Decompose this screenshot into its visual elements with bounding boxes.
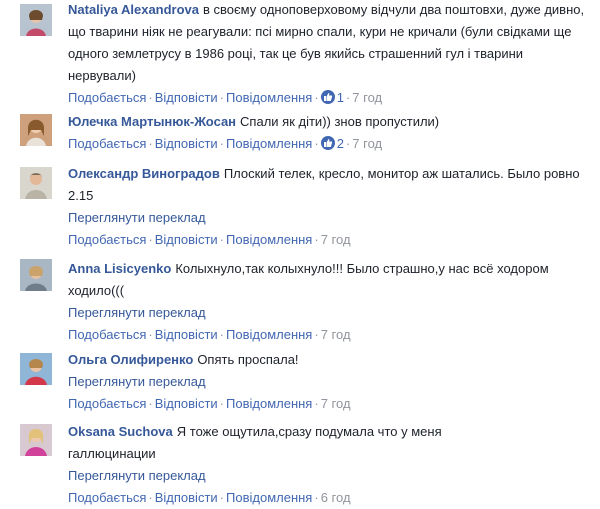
comment-actions: Подобається · Відповісти · Повідомлення · 7 го… — [68, 396, 351, 411]
like-button[interactable]: Подобається — [68, 232, 146, 247]
avatar[interactable] — [20, 114, 52, 146]
message-button[interactable]: Повідомлення — [226, 327, 312, 342]
message-button[interactable]: Повідомлення — [226, 396, 312, 411]
see-translation-link[interactable]: Переглянути переклад — [68, 371, 592, 393]
avatar[interactable] — [20, 167, 52, 199]
like-count[interactable]: 1 — [337, 90, 344, 105]
thumbs-up-icon[interactable] — [320, 90, 335, 104]
like-button[interactable]: Подобається — [68, 490, 146, 505]
reply-button[interactable]: Відповісти — [155, 232, 218, 247]
reply-button[interactable]: Відповісти — [155, 396, 218, 411]
timestamp[interactable]: 7 год — [352, 136, 382, 151]
comment-author[interactable]: Oksana Suchova — [68, 424, 173, 439]
avatar[interactable] — [20, 353, 52, 385]
message-button[interactable]: Повідомлення — [226, 232, 312, 247]
message-button[interactable]: Повідомлення — [226, 90, 312, 105]
see-translation-link[interactable]: Переглянути переклад — [68, 302, 592, 324]
see-translation-link[interactable]: Переглянути переклад — [68, 207, 592, 229]
message-button[interactable]: Повідомлення — [226, 490, 312, 505]
comment-actions: Подобається · Відповісти · Повідомлення · 7 го… — [68, 232, 351, 247]
reply-button[interactable]: Відповісти — [155, 490, 218, 505]
comment-author[interactable]: Anna Lisicyenko — [68, 261, 171, 276]
comment-actions: Подобається · Відповісти · Повідомлення · 6 го… — [68, 490, 351, 505]
see-translation-link[interactable]: Переглянути переклад — [68, 465, 592, 487]
timestamp[interactable]: 6 год — [321, 490, 351, 505]
reply-button[interactable]: Відповісти — [155, 136, 218, 151]
like-button[interactable]: Подобається — [68, 327, 146, 342]
message-button[interactable]: Повідомлення — [226, 136, 312, 151]
timestamp[interactable]: 7 год — [352, 90, 382, 105]
like-button[interactable]: Подобається — [68, 90, 146, 105]
comment-actions: Подобається · Відповісти · Повідомлення · 2 · 7 … — [68, 136, 383, 151]
comment-author[interactable]: Олександр Виноградов — [68, 166, 220, 181]
comment-actions: Подобається · Відповісти · Повідомлення · 1 · 7 … — [68, 90, 383, 105]
timestamp[interactable]: 7 год — [321, 327, 351, 342]
reply-button[interactable]: Відповісти — [155, 327, 218, 342]
avatar[interactable] — [20, 4, 52, 36]
comment-text: Опять проспала! — [197, 352, 299, 367]
thumbs-up-icon[interactable] — [320, 136, 335, 150]
like-button[interactable]: Подобається — [68, 396, 146, 411]
comment-author[interactable]: Юлечка Мартынюк-Жосан — [68, 114, 236, 129]
reply-button[interactable]: Відповісти — [155, 90, 218, 105]
avatar[interactable] — [20, 259, 52, 291]
comment-text: Спали як діти)) знов пропустили) — [240, 114, 440, 129]
timestamp[interactable]: 7 год — [321, 232, 351, 247]
comment-author[interactable]: Ольга Олифиренко — [68, 352, 193, 367]
comment-author[interactable]: Nataliya Alexandrova — [68, 2, 199, 17]
comment-actions: Подобається · Відповісти · Повідомлення · 7 го… — [68, 327, 351, 342]
avatar[interactable] — [20, 424, 52, 456]
like-count[interactable]: 2 — [337, 136, 344, 151]
like-button[interactable]: Подобається — [68, 136, 146, 151]
timestamp[interactable]: 7 год — [321, 396, 351, 411]
